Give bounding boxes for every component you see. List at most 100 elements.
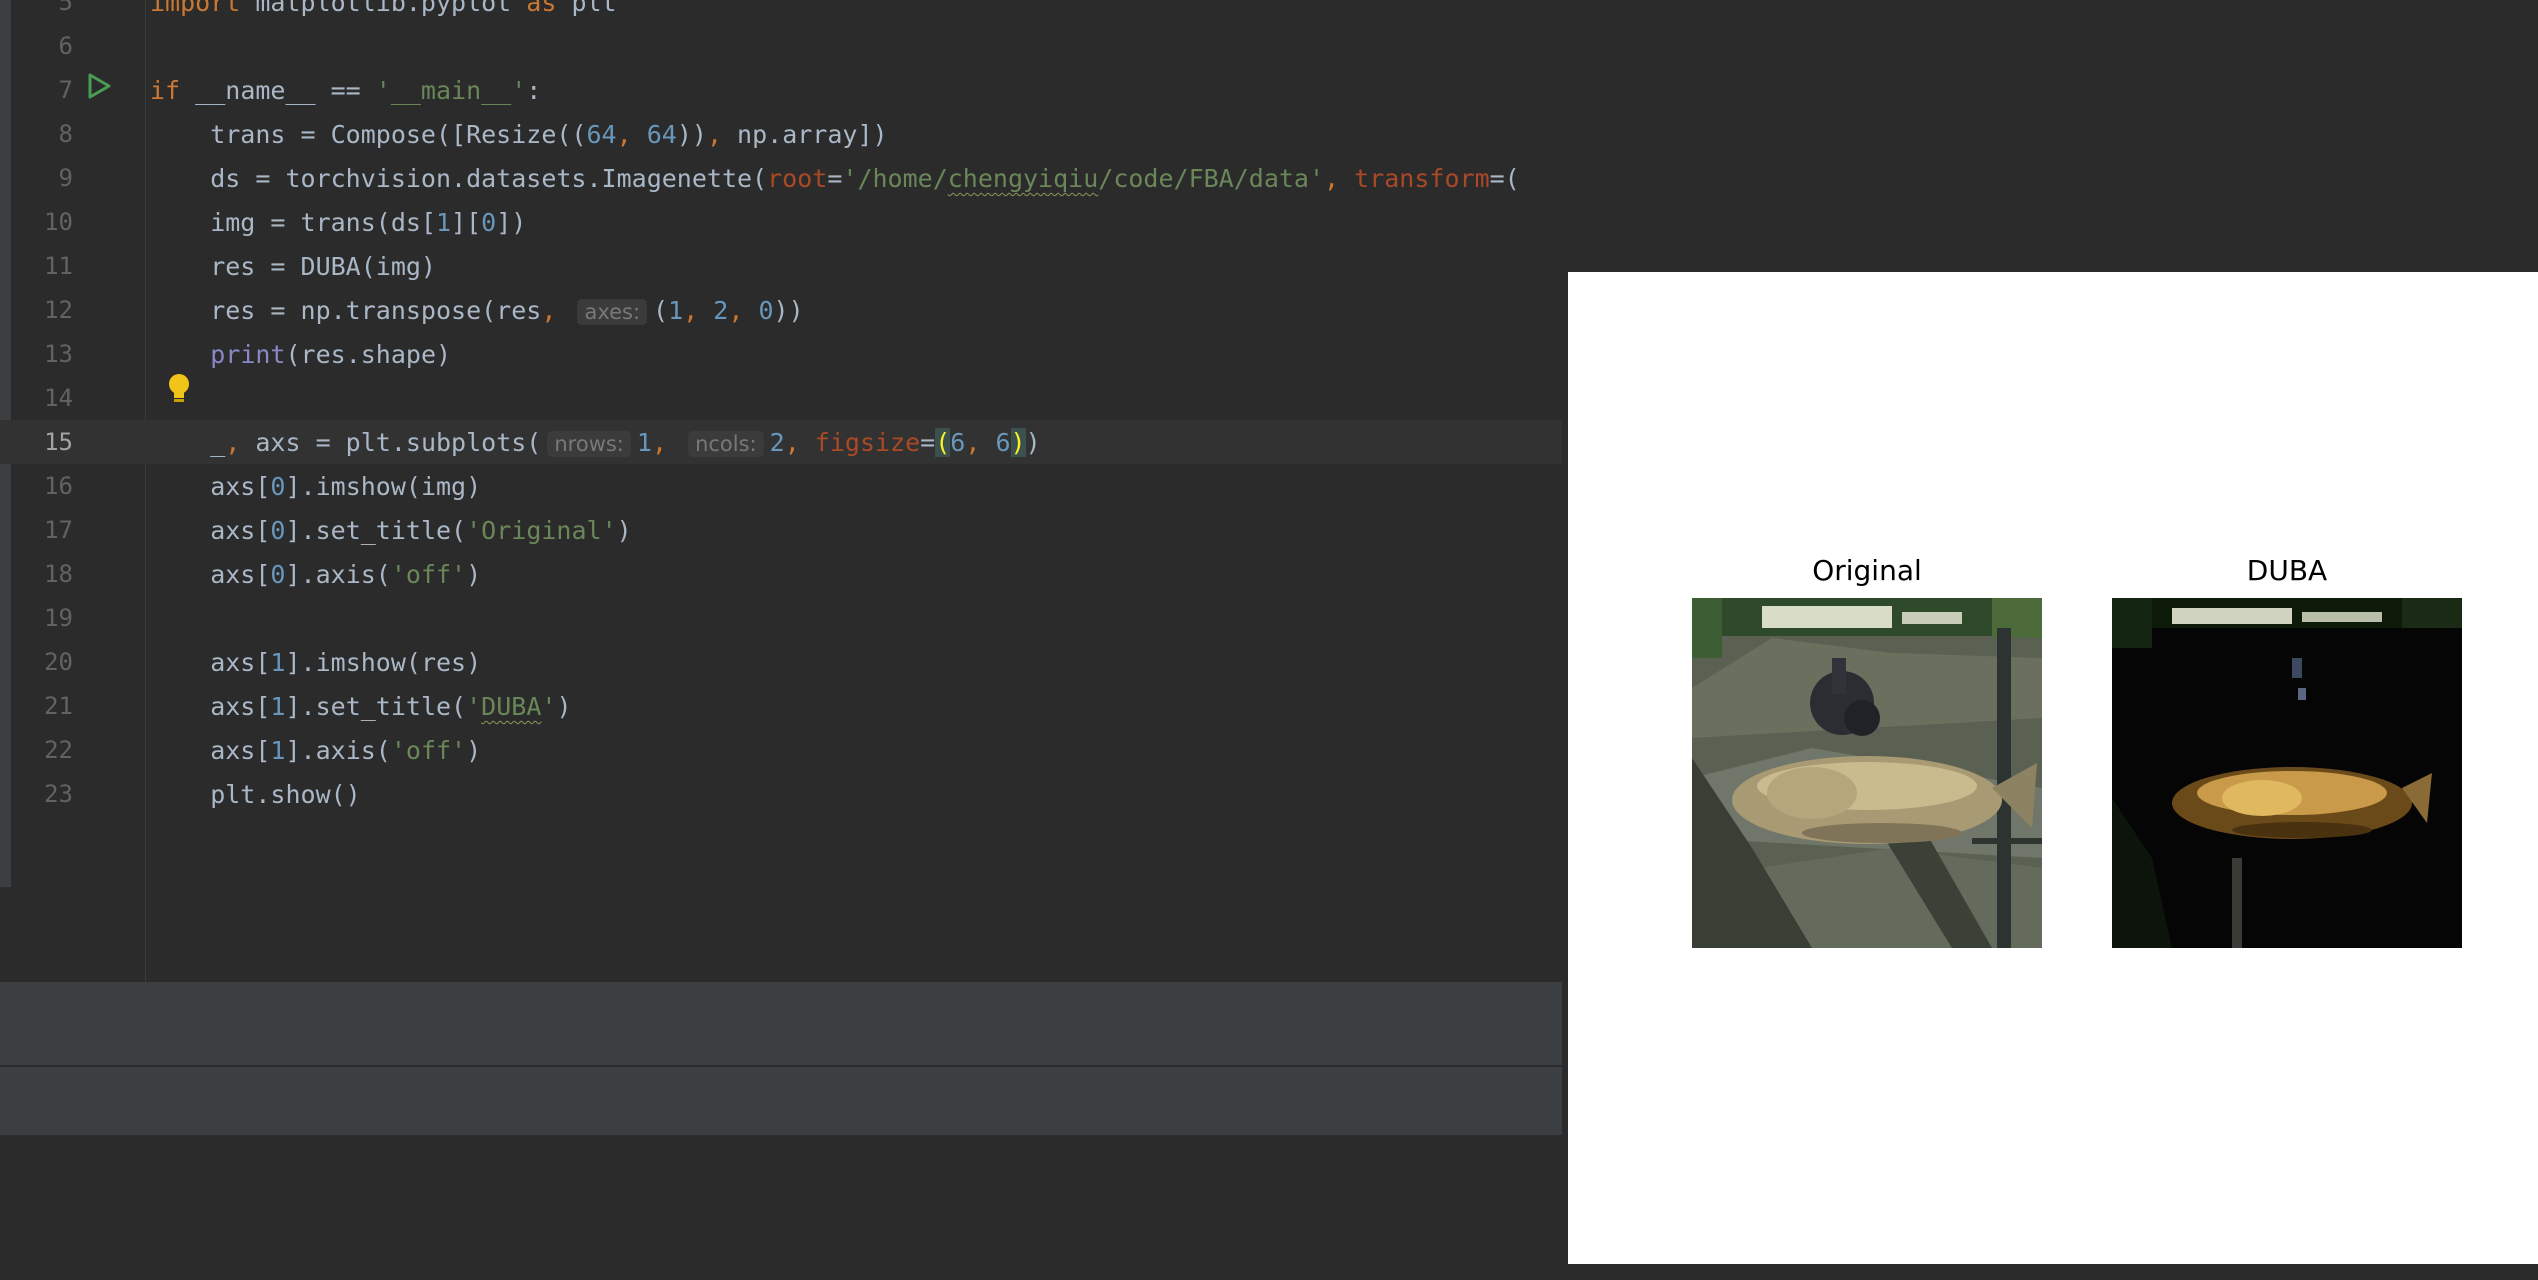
code-line-13[interactable]: 13 print(res.shape) xyxy=(0,332,1562,376)
code-line-5[interactable]: 5 import matplotlib.pyplot as plt xyxy=(0,0,1562,24)
code-token: 'Original' xyxy=(466,516,617,545)
code-token: axs[ xyxy=(150,560,271,589)
code-token: chengyiqiu xyxy=(947,164,1099,193)
original-image-pixels xyxy=(1692,598,2042,948)
line-number: 12 xyxy=(44,296,73,324)
code-line-15[interactable]: 15 _, axs = plt.subplots(nrows: 1, ncols:… xyxy=(0,420,1562,464)
code-line-6[interactable]: 6 xyxy=(0,24,1562,68)
code-token: as xyxy=(526,0,557,17)
code-text[interactable]: axs[1].imshow(res) xyxy=(150,648,481,677)
code-token: if xyxy=(150,76,181,105)
code-line-20[interactable]: 20 axs[1].imshow(res) xyxy=(0,640,1562,684)
line-number: 18 xyxy=(44,560,73,588)
code-token: np.array]) xyxy=(737,120,888,149)
code-text[interactable]: print(res.shape) xyxy=(150,340,451,369)
code-token: 64 xyxy=(646,120,677,149)
subplot-title-original: Original xyxy=(1812,554,1922,587)
code-token: axs[ xyxy=(150,692,271,721)
code-token: __name__ == xyxy=(180,76,376,105)
code-line-17[interactable]: 17 axs[0].set_title('Original') xyxy=(0,508,1562,552)
code-token: ].axis( xyxy=(285,736,391,765)
code-line-8[interactable]: 8 trans = Compose([Resize((64, 64)), np.… xyxy=(0,112,1562,156)
code-token: 0 xyxy=(758,296,774,325)
code-line-14[interactable]: 14 xyxy=(0,376,1562,420)
code-line-23[interactable]: 23 plt.show() xyxy=(0,772,1562,816)
code-token: ) xyxy=(466,736,482,765)
line-number: 15 xyxy=(44,428,73,456)
code-token: 1 xyxy=(270,736,286,765)
code-token: 1 xyxy=(270,648,286,677)
code-text[interactable]: axs[1].axis('off') xyxy=(150,736,481,765)
code-token: ) xyxy=(1010,428,1026,457)
code-text[interactable]: res = np.transpose(res, axes: (1, 2, 0)) xyxy=(150,296,804,325)
code-text[interactable]: axs[0].imshow(img) xyxy=(150,472,481,501)
code-token: ( xyxy=(935,428,951,457)
code-token: ].axis( xyxy=(285,560,391,589)
code-text[interactable]: trans = Compose([Resize((64, 64)), np.ar… xyxy=(150,120,888,149)
code-token: res = np.transpose(res xyxy=(150,296,542,325)
code-token: matplotlib.pyplot xyxy=(240,0,527,17)
code-token: 1 xyxy=(636,428,652,457)
code-text[interactable]: res = DUBA(img) xyxy=(150,252,436,281)
code-text[interactable]: import matplotlib.pyplot as plt xyxy=(150,0,617,17)
code-token: 0 xyxy=(270,516,286,545)
code-token: ) xyxy=(616,516,632,545)
code-line-9[interactable]: 9 ds = torchvision.datasets.Imagenette(r… xyxy=(0,156,1562,200)
code-line-12[interactable]: 12 res = np.transpose(res, axes: (1, 2, 0… xyxy=(0,288,1562,332)
code-token: 'off' xyxy=(390,560,467,589)
code-line-16[interactable]: 16 axs[0].imshow(img) xyxy=(0,464,1562,508)
code-token: axs[ xyxy=(150,736,271,765)
code-token: axs[ xyxy=(150,516,271,545)
line-number: 23 xyxy=(44,780,73,808)
line-number: 8 xyxy=(58,120,73,148)
code-line-18[interactable]: 18 axs[0].axis('off') xyxy=(0,552,1562,596)
code-token: '__main__' xyxy=(375,76,527,105)
code-token: ][ xyxy=(451,208,482,237)
code-line-19[interactable]: 19 xyxy=(0,596,1562,640)
code-token: ' xyxy=(541,692,557,721)
intention-bulb-icon[interactable] xyxy=(166,372,192,406)
code-token: ].imshow(res) xyxy=(285,648,482,677)
code-token: trans = Compose([Resize(( xyxy=(150,120,587,149)
code-line-10[interactable]: 10 img = trans(ds[1][0]) xyxy=(0,200,1562,244)
duba-image-pixels xyxy=(2112,598,2462,948)
code-token: , xyxy=(1324,164,1355,193)
code-editor[interactable]: 5 import matplotlib.pyplot as plt 6 7 if __n… xyxy=(0,0,1562,982)
code-text[interactable]: ds = torchvision.datasets.Imagenette(roo… xyxy=(150,164,1520,193)
line-number: 11 xyxy=(44,252,73,280)
line-number: 16 xyxy=(44,472,73,500)
code-token: '/home/ xyxy=(842,164,948,193)
line-number: 22 xyxy=(44,736,73,764)
code-text[interactable]: if __name__ == '__main__': xyxy=(150,76,541,105)
code-text[interactable]: _, axs = plt.subplots(nrows: 1, ncols: 2, … xyxy=(150,428,1041,457)
code-text[interactable]: img = trans(ds[1][0]) xyxy=(150,208,526,237)
code-line-22[interactable]: 22 axs[1].axis('off') xyxy=(0,728,1562,772)
code-token: print xyxy=(210,340,286,369)
run-gutter-icon[interactable] xyxy=(86,72,112,100)
code-text[interactable]: plt.show() xyxy=(150,780,361,809)
code-token: import xyxy=(150,0,241,17)
code-token: axs[ xyxy=(150,648,271,677)
inlay-hint: axes: xyxy=(577,299,648,325)
matplotlib-figure-window: Original DUBA xyxy=(1568,272,2538,1264)
code-line-11[interactable]: 11 res = DUBA(img) xyxy=(0,244,1562,288)
code-token: res = DUBA(img) xyxy=(150,252,436,281)
code-line-21[interactable]: 21 axs[1].set_title('DUBA') xyxy=(0,684,1562,728)
code-token: )) xyxy=(676,120,707,149)
code-token: , xyxy=(965,428,996,457)
line-number: 7 xyxy=(58,76,73,104)
line-number: 6 xyxy=(58,32,73,60)
code-text[interactable]: axs[0].axis('off') xyxy=(150,560,481,589)
code-token: 2 xyxy=(769,428,785,457)
code-token: 2 xyxy=(713,296,729,325)
line-number: 9 xyxy=(58,164,73,192)
code-text[interactable]: axs[0].set_title('Original') xyxy=(150,516,632,545)
code-token: = xyxy=(920,428,936,457)
code-token: ) xyxy=(556,692,572,721)
bottom-tool-panel xyxy=(0,982,1562,1065)
code-line-7[interactable]: 7 if __name__ == '__main__': xyxy=(0,68,1562,112)
code-text[interactable]: axs[1].set_title('DUBA') xyxy=(150,692,572,721)
code-token: 64 xyxy=(586,120,617,149)
line-number: 14 xyxy=(44,384,73,412)
